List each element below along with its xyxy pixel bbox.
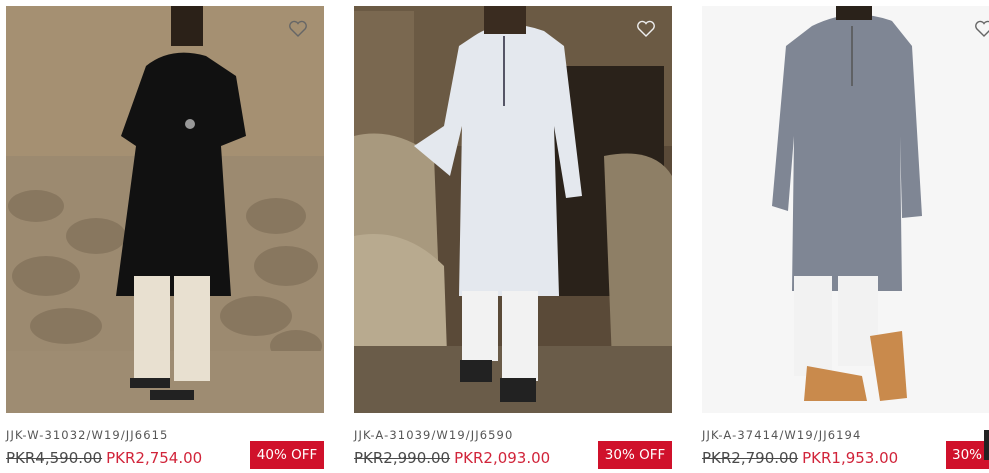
price-row: PKR4,590.00 PKR2,754.00 bbox=[6, 447, 202, 469]
scrollbar-edge[interactable] bbox=[984, 430, 989, 460]
product-sku[interactable]: JJK-A-31039/W19/JJ6590 bbox=[354, 428, 513, 442]
discount-badge: 30% OFF bbox=[598, 441, 672, 469]
product-card[interactable]: JJK-W-31032/W19/JJ6615 PKR4,590.00 PKR2,… bbox=[6, 6, 324, 473]
price-row: PKR2,790.00 PKR1,953.00 bbox=[702, 447, 898, 469]
heart-outline-icon[interactable] bbox=[974, 20, 989, 38]
heart-outline-icon[interactable] bbox=[636, 20, 656, 38]
sale-price: PKR2,093.00 bbox=[454, 449, 551, 467]
discount-badge: 30% bbox=[946, 441, 989, 469]
product-sku[interactable]: JJK-W-31032/W19/JJ6615 bbox=[6, 428, 168, 442]
product-card[interactable]: JJK-A-31039/W19/JJ6590 PKR2,990.00 PKR2,… bbox=[354, 6, 672, 473]
original-price: PKR2,790.00 bbox=[702, 449, 799, 467]
product-image[interactable] bbox=[6, 6, 324, 413]
original-price: PKR4,590.00 bbox=[6, 449, 103, 467]
heart-outline-icon[interactable] bbox=[288, 20, 308, 38]
original-price: PKR2,990.00 bbox=[354, 449, 451, 467]
product-image[interactable] bbox=[354, 6, 672, 413]
product-image[interactable] bbox=[702, 6, 989, 413]
sale-price: PKR1,953.00 bbox=[802, 449, 899, 467]
product-card[interactable]: JJK-A-37414/W19/JJ6194 PKR2,790.00 PKR1,… bbox=[702, 6, 989, 473]
product-grid: JJK-W-31032/W19/JJ6615 PKR4,590.00 PKR2,… bbox=[0, 0, 989, 473]
sale-price: PKR2,754.00 bbox=[106, 449, 203, 467]
product-sku[interactable]: JJK-A-37414/W19/JJ6194 bbox=[702, 428, 861, 442]
price-row: PKR2,990.00 PKR2,093.00 bbox=[354, 447, 550, 469]
discount-badge: 40% OFF bbox=[250, 441, 324, 469]
